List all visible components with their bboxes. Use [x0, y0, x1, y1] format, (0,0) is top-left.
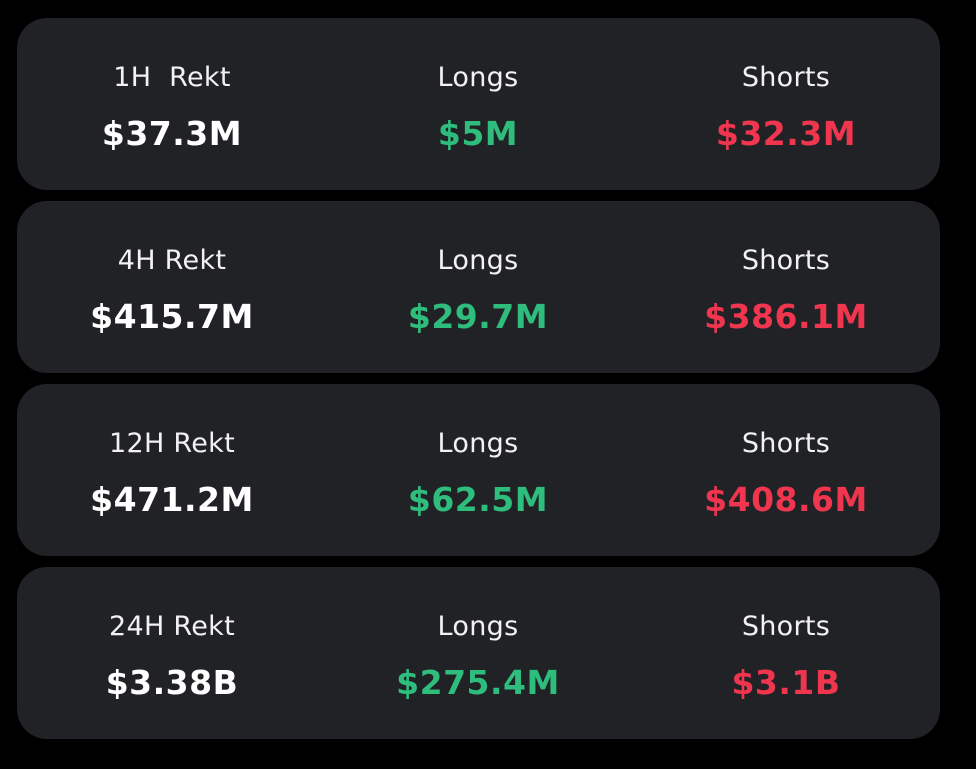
shorts-label: Shorts: [741, 245, 831, 276]
period-label: 1H Rekt: [113, 62, 231, 93]
total-value: $471.2M: [90, 480, 254, 519]
longs-label: Longs: [437, 245, 519, 276]
stat-card-12h: 12H Rekt $471.2M Longs $62.5M Shorts $40…: [17, 384, 940, 556]
total-column: 4H Rekt $415.7M: [22, 201, 322, 373]
shorts-value: $408.6M: [704, 480, 868, 519]
longs-column: Longs $5M: [328, 18, 628, 190]
stat-card-1h: 1H Rekt $37.3M Longs $5M Shorts $32.3M: [17, 18, 940, 190]
period-label: 4H Rekt: [117, 245, 227, 276]
shorts-column: Shorts $32.3M: [636, 18, 936, 190]
stat-card-24h: 24H Rekt $3.38B Longs $275.4M Shorts $3.…: [17, 567, 940, 739]
longs-value: $5M: [437, 114, 519, 153]
longs-value: $62.5M: [407, 480, 549, 519]
period-label: 24H Rekt: [108, 611, 236, 642]
longs-column: Longs $275.4M: [328, 567, 628, 739]
total-column: 24H Rekt $3.38B: [22, 567, 322, 739]
shorts-column: Shorts $3.1B: [636, 567, 936, 739]
shorts-label: Shorts: [741, 611, 831, 642]
longs-label: Longs: [437, 62, 519, 93]
shorts-label: Shorts: [741, 62, 831, 93]
total-column: 12H Rekt $471.2M: [22, 384, 322, 556]
shorts-value: $3.1B: [731, 663, 841, 702]
longs-column: Longs $62.5M: [328, 384, 628, 556]
total-value: $415.7M: [90, 297, 254, 336]
total-column: 1H Rekt $37.3M: [22, 18, 322, 190]
longs-value: $29.7M: [407, 297, 549, 336]
shorts-value: $32.3M: [715, 114, 857, 153]
shorts-label: Shorts: [741, 428, 831, 459]
longs-value: $275.4M: [396, 663, 560, 702]
total-value: $37.3M: [101, 114, 243, 153]
longs-column: Longs $29.7M: [328, 201, 628, 373]
shorts-column: Shorts $408.6M: [636, 384, 936, 556]
total-value: $3.38B: [105, 663, 239, 702]
period-label: 12H Rekt: [108, 428, 236, 459]
longs-label: Longs: [437, 611, 519, 642]
shorts-column: Shorts $386.1M: [636, 201, 936, 373]
stat-card-4h: 4H Rekt $415.7M Longs $29.7M Shorts $386…: [17, 201, 940, 373]
shorts-value: $386.1M: [704, 297, 868, 336]
longs-label: Longs: [437, 428, 519, 459]
